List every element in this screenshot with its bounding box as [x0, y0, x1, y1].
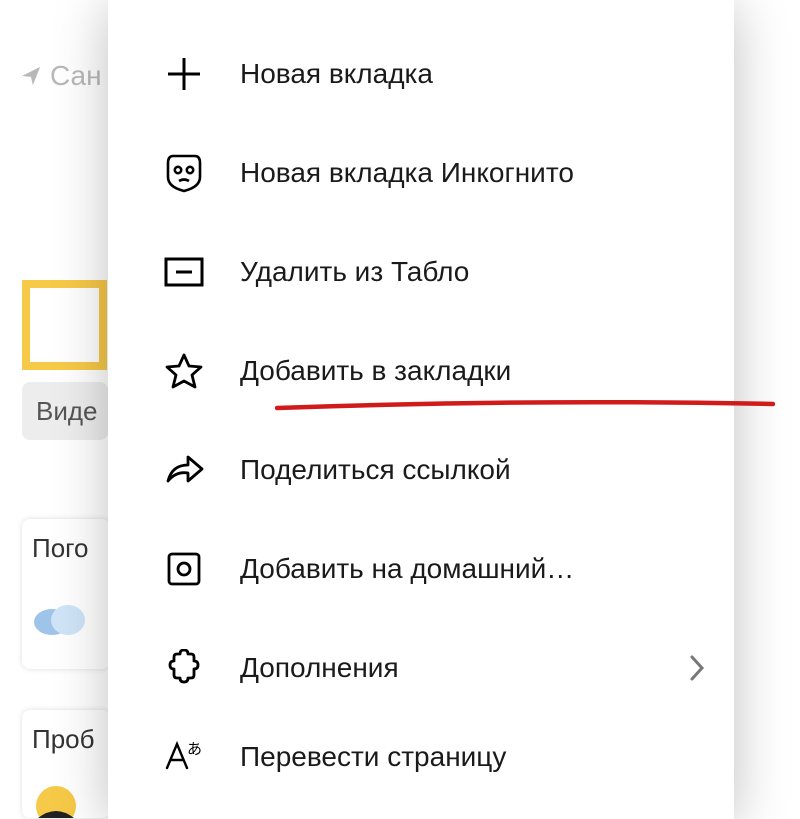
menu-item-label: Новая вкладка — [240, 58, 706, 90]
share-icon — [162, 448, 206, 492]
translate-icon: あ — [162, 735, 206, 779]
incognito-icon — [162, 151, 206, 195]
plus-icon — [162, 52, 206, 96]
location-indicator: Сан — [20, 60, 102, 92]
remove-tablo-icon — [162, 250, 206, 294]
menu-item-label: Перевести страницу — [240, 741, 706, 773]
location-text: Сан — [50, 60, 102, 92]
star-icon — [162, 349, 206, 393]
menu-item-label: Поделиться ссылкой — [240, 454, 706, 486]
menu-item-add-bookmark[interactable]: Добавить в закладки — [108, 321, 734, 420]
location-arrow-icon — [20, 65, 42, 87]
weather-card-title: Пого — [32, 533, 89, 563]
browser-menu: Новая вкладка Новая вкладка Инкогнито Уд… — [108, 0, 734, 819]
extensions-icon — [162, 646, 206, 690]
weather-card-partial[interactable]: Пого — [22, 519, 110, 669]
menu-item-label: Удалить из Табло — [240, 256, 706, 288]
menu-item-label: Добавить на домашний… — [240, 553, 706, 585]
chevron-right-icon — [688, 653, 706, 683]
menu-item-add-to-homescreen[interactable]: Добавить на домашний… — [108, 519, 734, 618]
traffic-card-title: Проб — [32, 724, 95, 754]
menu-item-remove-from-tablo[interactable]: Удалить из Табло — [108, 222, 734, 321]
menu-item-label: Добавить в закладки — [240, 355, 706, 387]
video-chip[interactable]: Виде — [22, 382, 108, 440]
menu-item-label: Новая вкладка Инкогнито — [240, 157, 706, 189]
add-home-icon — [162, 547, 206, 591]
search-box-partial[interactable] — [22, 280, 107, 370]
menu-item-extensions[interactable]: Дополнения — [108, 618, 734, 717]
menu-item-translate[interactable]: あ Перевести страницу — [108, 717, 734, 797]
menu-item-share-link[interactable]: Поделиться ссылкой — [108, 420, 734, 519]
menu-item-incognito[interactable]: Новая вкладка Инкогнито — [108, 123, 734, 222]
cloud-icon — [32, 598, 88, 636]
menu-item-label: Дополнения — [240, 652, 688, 684]
traffic-sun-icon — [32, 778, 80, 818]
video-chip-label: Виде — [36, 396, 98, 427]
svg-text:あ: あ — [187, 741, 202, 758]
menu-item-new-tab[interactable]: Новая вкладка — [108, 24, 734, 123]
